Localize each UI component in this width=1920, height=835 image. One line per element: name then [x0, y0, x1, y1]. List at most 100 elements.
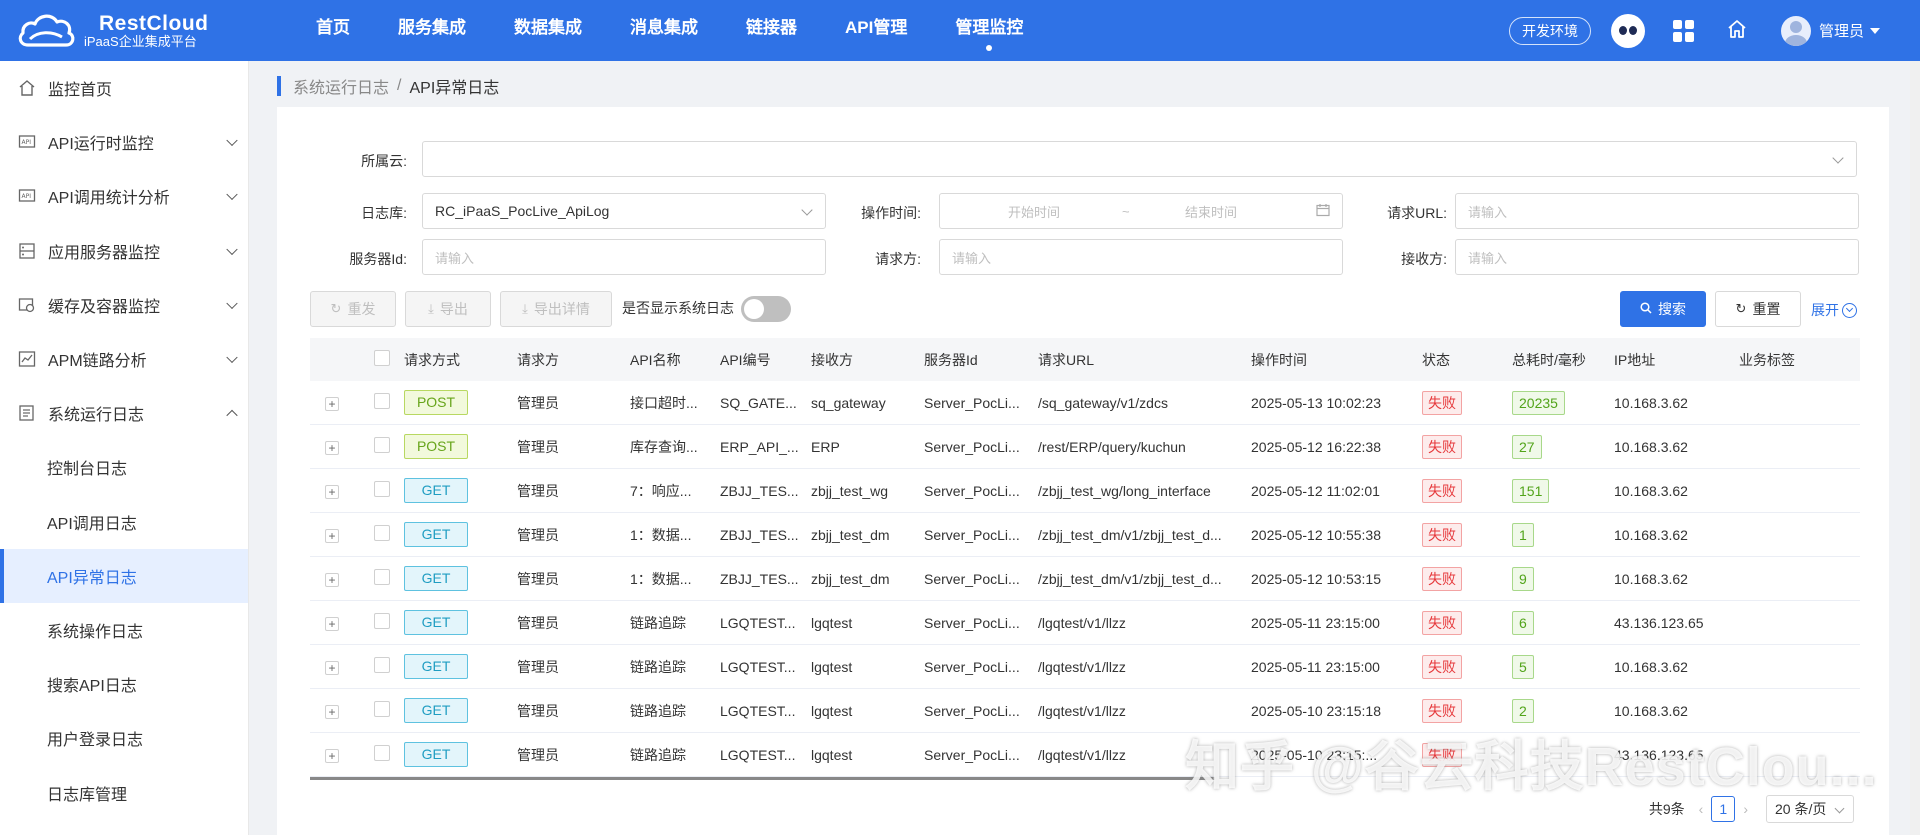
sidebar-subitem-5[interactable]: 用户登录日志 [0, 711, 248, 765]
sidebar-item-1[interactable]: API API运行时监控 [0, 115, 248, 169]
expand-filters-link[interactable]: 展开 [1811, 300, 1857, 320]
expand-row-icon[interactable]: + [325, 704, 339, 719]
server-id-input[interactable]: 请输入 [422, 239, 826, 275]
receiver-input[interactable]: 请输入 [1455, 239, 1859, 275]
row-checkbox[interactable] [374, 481, 390, 497]
column-header[interactable]: 业务标签 [1739, 350, 1860, 370]
sidebar-subitem-1[interactable]: API调用日志 [0, 495, 248, 549]
column-header[interactable]: 操作时间 [1251, 350, 1422, 370]
sidebar-item-5[interactable]: APM链路分析 [0, 332, 248, 386]
table-row[interactable]: + POST 管理员 库存查询... ERP_API_... ERP Server_PocL… [310, 425, 1860, 469]
page-scrollbar[interactable] [1910, 61, 1920, 835]
logdb-select[interactable]: RC_iPaaS_PocLive_ApiLog [422, 193, 826, 229]
optime-range-picker[interactable]: 开始时间 ~ 结束时间 [939, 193, 1343, 229]
column-header[interactable]: 总耗时/毫秒 [1512, 350, 1614, 370]
table-row[interactable]: + GET 管理员 7：响应... ZBJJ_TES... zbjj_test_wg Ser… [310, 469, 1860, 513]
cost-badge: 1 [1512, 522, 1534, 547]
sidebar-item-4[interactable]: 缓存及容器监控 [0, 278, 248, 332]
expand-row-icon[interactable]: + [325, 396, 339, 411]
sidebar-subitem-6[interactable]: 日志库管理 [0, 765, 248, 819]
request-url-input[interactable]: 请输入 [1455, 193, 1859, 229]
expand-label: 展开 [1811, 302, 1839, 318]
prev-page-icon[interactable]: ‹ [1699, 801, 1704, 817]
row-checkbox[interactable] [374, 657, 390, 673]
table-row[interactable]: + GET 管理员 1：数据... ZBJJ_TES... zbjj_test_dm Ser… [310, 557, 1860, 601]
topnav-item-5[interactable]: API管理 [821, 0, 931, 61]
row-checkbox[interactable] [374, 701, 390, 717]
sidebar-item-0[interactable]: 监控首页 [0, 61, 248, 115]
search-button[interactable]: 搜索 [1620, 291, 1706, 327]
column-header[interactable]: 状态 [1422, 350, 1512, 370]
column-header[interactable]: 请求URL [1038, 350, 1251, 370]
expand-row-icon[interactable]: + [325, 660, 339, 675]
expand-row-icon[interactable]: + [325, 484, 339, 499]
table-row[interactable]: + GET 管理员 链路追踪 LGQTEST... lgqtest Server_PocLi… [310, 601, 1860, 645]
url-label: 请求URL: [1387, 205, 1447, 221]
row-checkbox[interactable] [374, 393, 390, 409]
requester-input[interactable]: 请输入 [939, 239, 1343, 275]
row-checkbox[interactable] [374, 437, 390, 453]
breadcrumb-parent[interactable]: 系统运行日志 [293, 74, 389, 98]
topnav-item-4[interactable]: 链接器 [722, 0, 821, 61]
reset-button[interactable]: ↻ 重置 [1715, 291, 1801, 327]
column-header[interactable]: 接收方 [811, 350, 924, 370]
row-checkbox[interactable] [374, 745, 390, 761]
sidebar-item-3[interactable]: 应用服务器监控 [0, 224, 248, 278]
topnav-item-2[interactable]: 数据集成 [490, 0, 606, 61]
user-name[interactable]: 管理员 [1819, 20, 1864, 41]
column-header[interactable]: 服务器Id [924, 350, 1038, 370]
resend-label: 重发 [347, 301, 376, 317]
cell-api-name: 链路追踪 [630, 658, 686, 675]
expand-row-icon[interactable]: + [325, 748, 339, 763]
table-row[interactable]: + POST 管理员 接口超时... SQ_GATE... sq_gateway Serve… [310, 381, 1860, 425]
cloud-select[interactable] [422, 141, 1857, 177]
topnav-item-3[interactable]: 消息集成 [606, 0, 722, 61]
topnav-item-1[interactable]: 服务集成 [374, 0, 490, 61]
home-icon[interactable] [1727, 19, 1747, 42]
cell-ip: 43.136.123.65 [1614, 614, 1704, 631]
end-time-input[interactable]: 结束时间 [1185, 202, 1237, 221]
topnav-item-0[interactable]: 首页 [292, 0, 374, 61]
expand-row-icon[interactable]: + [325, 528, 339, 543]
sidebar-item-2[interactable]: API API调用统计分析 [0, 169, 248, 223]
apps-grid-icon[interactable] [1672, 19, 1695, 42]
column-header[interactable]: API编号 [720, 350, 811, 370]
expand-row-icon[interactable]: + [325, 616, 339, 631]
export-detail-button[interactable]: ⤓ 导出详情 [500, 291, 612, 327]
log-icon [18, 404, 36, 422]
assistant-robot-icon[interactable] [1610, 13, 1645, 48]
table-row[interactable]: + GET 管理员 1：数据... ZBJJ_TES... zbjj_test_dm Ser… [310, 513, 1860, 557]
select-all-checkbox[interactable] [374, 350, 390, 366]
resend-button[interactable]: ↻ 重发 [310, 291, 396, 327]
status-badge: 失败 [1422, 654, 1462, 679]
row-checkbox[interactable] [374, 525, 390, 541]
cell-requester: 管理员 [517, 394, 559, 411]
cell-method: GET [404, 478, 517, 503]
expand-row-icon[interactable]: + [325, 572, 339, 587]
cell-api-code: SQ_GATE... [720, 394, 797, 411]
sidebar-item-6[interactable]: 系统运行日志 [0, 386, 248, 440]
export-button[interactable]: ⤓ 导出 [405, 291, 491, 327]
avatar[interactable] [1780, 15, 1811, 46]
row-checkbox[interactable] [374, 613, 390, 629]
sidebar-subitem-3[interactable]: 系统操作日志 [0, 603, 248, 657]
sidebar-subitem-2[interactable]: API异常日志 [0, 548, 248, 604]
column-header[interactable]: 请求方 [517, 350, 630, 370]
sidebar-subitem-0[interactable]: 控制台日志 [0, 440, 248, 494]
expand-row-icon[interactable]: + [325, 440, 339, 455]
cell-status: 失败 [1422, 434, 1512, 459]
row-checkbox[interactable] [374, 569, 390, 585]
column-header[interactable]: API名称 [630, 350, 720, 370]
topnav-item-6[interactable]: 管理监控 [931, 0, 1047, 61]
column-header[interactable]: IP地址 [1614, 350, 1739, 370]
chevron-down-icon[interactable] [1870, 27, 1880, 34]
brand-logo[interactable]: RestCloud iPaaS企业集成平台 [0, 11, 270, 51]
next-page-icon[interactable]: › [1743, 801, 1748, 817]
column-header[interactable]: 请求方式 [404, 350, 517, 370]
table-row[interactable]: + GET 管理员 链路追踪 LGQTEST... lgqtest Server_PocLi… [310, 645, 1860, 689]
start-time-input[interactable]: 开始时间 [1008, 202, 1060, 221]
sidebar-subitem-4[interactable]: 搜索API日志 [0, 657, 248, 711]
env-switch-button[interactable]: 开发环境 [1508, 16, 1591, 45]
horizontal-scrollbar[interactable] [310, 777, 1215, 780]
show-system-log-toggle[interactable] [741, 296, 791, 322]
